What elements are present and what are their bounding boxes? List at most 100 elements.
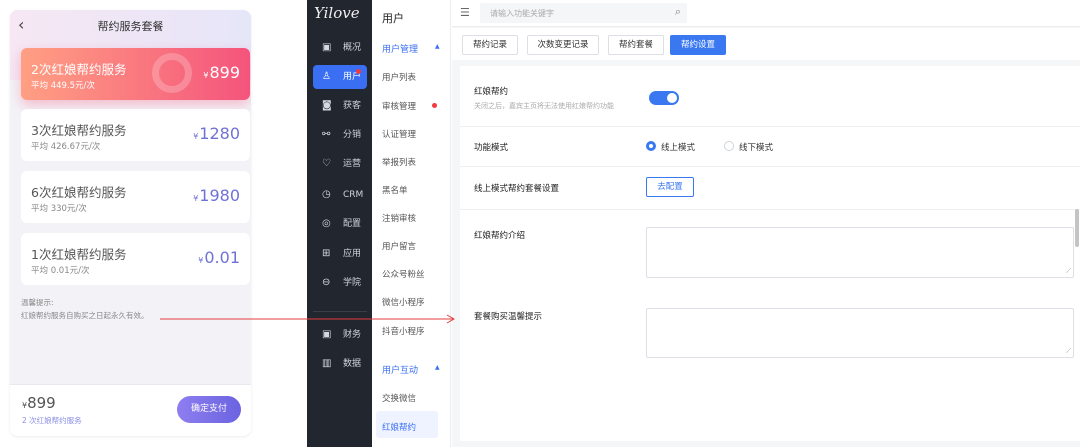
package-price: ¥1280	[193, 124, 240, 143]
package-card[interactable]: 1次红娘帮约服务 平均 0.01元/次 ¥0.01	[21, 233, 250, 285]
radio-unchecked-icon	[724, 141, 734, 151]
settings-card: 红娘帮约 关闭之后，嘉宾主页将无法使用红娘帮约功能 功能模式 线上模式 线下模式…	[460, 66, 1080, 441]
package-price: ¥0.01	[198, 248, 240, 267]
radio-checked-icon	[646, 141, 656, 151]
top-bar: ☰ 请输入功能关键字 ⌕	[452, 0, 1080, 27]
submenu-item[interactable]: 用户列表	[382, 71, 416, 83]
notification-dot	[356, 69, 361, 74]
submenu-item-active[interactable]: 红娘帮约	[382, 421, 416, 433]
config-icon: ◎	[322, 218, 331, 229]
nav-data[interactable]: ▥ 数据	[313, 352, 367, 376]
tab-packages[interactable]: 帮约套餐	[608, 35, 664, 55]
tip-label: 套餐购买温馨提示	[474, 312, 543, 322]
distribution-icon: ⚯	[322, 129, 331, 140]
divider	[460, 166, 1080, 167]
nav-school[interactable]: ⊖ 学院	[313, 271, 367, 295]
operation-icon: ♡	[322, 158, 331, 169]
tip-textarea[interactable]: ⟋	[646, 308, 1074, 358]
crm-icon: ◷	[322, 189, 331, 200]
tip-text: 红娘帮约服务自购买之日起永久有效。	[21, 311, 149, 320]
total-desc: 2 次红娘帮约服务	[22, 416, 82, 425]
phone-title: 帮约服务套餐	[97, 20, 164, 33]
hongniang-toggle[interactable]	[649, 91, 679, 105]
nav-overview[interactable]: ▣ 概况	[313, 36, 367, 60]
submenu-item[interactable]: 审核管理	[382, 100, 437, 112]
resize-icon: ⟋	[1066, 267, 1071, 275]
submenu-item[interactable]: 公众号粉丝	[382, 268, 425, 280]
mode-offline-radio[interactable]: 线下模式	[724, 141, 784, 153]
divider	[460, 209, 1080, 210]
total-price: ¥899	[22, 394, 56, 412]
submenu-item[interactable]: 举报列表	[382, 156, 416, 168]
package-price: ¥899	[203, 63, 240, 82]
nav-apps[interactable]: ⊞ 应用	[313, 242, 367, 266]
annotation-arrow	[160, 314, 456, 324]
user-icon: ♙	[322, 71, 331, 82]
nav-finance[interactable]: ▣ 财务	[313, 323, 367, 347]
finance-icon: ▣	[322, 329, 332, 340]
nav-config[interactable]: ◎ 配置	[313, 212, 367, 236]
group-user-interaction[interactable]: 用户互动 ▲	[382, 363, 440, 376]
package-price: ¥1980	[193, 186, 240, 205]
nav-crm[interactable]: ◷ CRM	[313, 183, 367, 207]
package-name: 3次红娘帮约服务	[31, 123, 127, 138]
package-card[interactable]: 2次红娘帮约服务 平均 449.5元/次 ¥899	[21, 48, 250, 100]
resize-icon: ⟋	[1066, 347, 1071, 355]
sidebar-divider	[313, 311, 367, 312]
main-sidebar: Yilove ▣ 概况 ♙ 用户 ◙ 获客 ⚯ 分销 ♡ 运营 ◷ CRM ◎ 配置 ⊞ 应用 …	[307, 0, 372, 447]
package-avg: 平均 330元/次	[31, 204, 87, 214]
phone-preview: ‹ 帮约服务套餐 2次红娘帮约服务 平均 449.5元/次 ¥899 3次红娘帮…	[10, 10, 251, 436]
apps-icon: ⊞	[322, 248, 331, 259]
package-card[interactable]: 6次红娘帮约服务 平均 330元/次 ¥1980	[21, 171, 250, 223]
acquire-icon: ◙	[322, 100, 332, 111]
main-content: ☰ 请输入功能关键字 ⌕ 帮约记录 次数变更记录 帮约套餐 帮约设置 红娘帮约 …	[452, 0, 1080, 447]
mode-label: 功能模式	[474, 143, 509, 153]
submenu-item[interactable]: 交换微信	[382, 392, 416, 404]
school-icon: ⊖	[322, 277, 331, 288]
tab-count-changes[interactable]: 次数变更记录	[527, 35, 599, 55]
config-button[interactable]: 去配置	[646, 177, 694, 197]
search-input[interactable]: 请输入功能关键字 ⌕	[480, 3, 687, 23]
nav-acquire[interactable]: ◙ 获客	[313, 94, 367, 118]
tab-records[interactable]: 帮约记录	[462, 35, 518, 55]
package-name: 1次红娘帮约服务	[31, 247, 127, 262]
submenu-item[interactable]: 认证管理	[382, 128, 416, 140]
collapse-menu-icon[interactable]: ☰	[460, 6, 470, 19]
scrollbar[interactable]	[1075, 209, 1079, 247]
submenu-item[interactable]: 微信小程序	[382, 296, 425, 308]
tabs-bar: 帮约记录 次数变更记录 帮约套餐 帮约设置	[452, 28, 1080, 60]
nav-operation[interactable]: ♡ 运营	[313, 152, 367, 176]
package-name: 6次红娘帮约服务	[31, 185, 127, 200]
phone-deco-icon	[152, 53, 192, 93]
group-user-management[interactable]: 用户管理 ▲	[382, 42, 440, 55]
nav-distribution[interactable]: ⚯ 分销	[313, 123, 367, 147]
pay-button[interactable]: 确定支付	[177, 396, 241, 423]
submenu-item[interactable]: 注销审核	[382, 212, 416, 224]
submenu-item[interactable]: 抖音小程序	[382, 325, 425, 337]
mode-online-radio[interactable]: 线上模式	[646, 141, 706, 153]
package-setting-label: 线上模式帮约套餐设置	[474, 184, 560, 194]
divider	[460, 126, 1080, 127]
search-icon[interactable]: ⌕	[675, 5, 681, 19]
data-icon: ▥	[322, 358, 332, 369]
search-placeholder: 请输入功能关键字	[490, 9, 554, 18]
package-avg: 平均 0.01元/次	[31, 266, 90, 276]
tab-settings[interactable]: 帮约设置	[670, 35, 726, 55]
nav-user[interactable]: ♙ 用户	[313, 65, 367, 89]
submenu-item[interactable]: 用户留言	[382, 240, 416, 252]
logo: Yilove	[314, 4, 360, 22]
package-card[interactable]: 3次红娘帮约服务 平均 426.67元/次 ¥1280	[21, 109, 250, 161]
package-avg: 平均 449.5元/次	[31, 81, 95, 91]
hongniang-label: 红娘帮约	[474, 87, 509, 97]
tip-title: 温馨提示:	[21, 298, 54, 307]
package-name: 2次红娘帮约服务	[31, 62, 127, 77]
notification-dot	[432, 103, 437, 108]
intro-textarea[interactable]: ⟋	[646, 227, 1074, 278]
phone-bottom-bar: ¥899 2 次红娘帮约服务 确定支付	[10, 384, 251, 436]
hongniang-desc: 关闭之后，嘉宾主页将无法使用红娘帮约功能	[474, 102, 614, 110]
toggle-knob	[667, 93, 677, 103]
package-avg: 平均 426.67元/次	[31, 142, 101, 152]
submenu-item[interactable]: 黑名单	[382, 184, 408, 196]
submenu-title: 用户	[382, 12, 404, 25]
intro-label: 红娘帮约介绍	[474, 231, 526, 241]
